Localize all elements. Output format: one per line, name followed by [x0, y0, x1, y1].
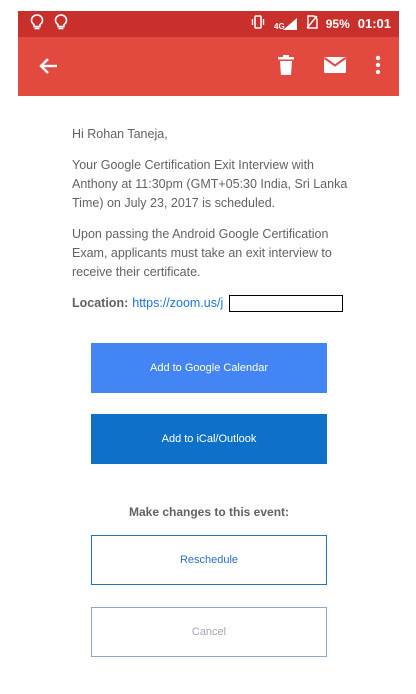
location-link[interactable]: https://zoom.us/j [132, 294, 223, 313]
status-bar: 4G 95% 01:01 [18, 11, 399, 37]
mail-icon[interactable] [323, 56, 347, 79]
battery-level: 95% [325, 16, 350, 31]
reschedule-button[interactable]: Reschedule [91, 535, 327, 585]
status-right: 4G 95% 01:01 [250, 15, 391, 32]
back-arrow-icon[interactable] [38, 55, 60, 77]
app-bar [18, 37, 399, 96]
app-bar-actions [277, 54, 381, 81]
schedule-paragraph: Your Google Certification Exit Interview… [72, 158, 348, 210]
add-to-google-calendar-button[interactable]: Add to Google Calendar [91, 343, 327, 393]
make-changes-heading: Make changes to this event: [128, 505, 290, 519]
info-paragraph: Upon passing the Android Google Certific… [72, 227, 332, 279]
greeting: Hi Rohan Taneja, [72, 127, 168, 141]
add-to-ical-outlook-button[interactable]: Add to iCal/Outlook [91, 414, 327, 464]
status-left [30, 14, 68, 35]
signal-icon: 4G [274, 17, 298, 31]
lightbulb-icon [30, 14, 44, 35]
delete-icon[interactable] [277, 54, 295, 81]
location-row: Location: https://zoom.us/j [72, 294, 356, 313]
lightbulb-icon [54, 14, 68, 35]
location-label: Location: [72, 296, 129, 310]
clock: 01:01 [357, 16, 391, 31]
more-options-icon[interactable] [375, 55, 381, 80]
no-sim-icon [306, 15, 318, 32]
cancel-button[interactable]: Cancel [91, 607, 327, 657]
email-body: Hi Rohan Taneja, Your Google Certificati… [72, 125, 356, 313]
redacted-box [229, 295, 344, 312]
vibrate-icon [250, 15, 266, 32]
